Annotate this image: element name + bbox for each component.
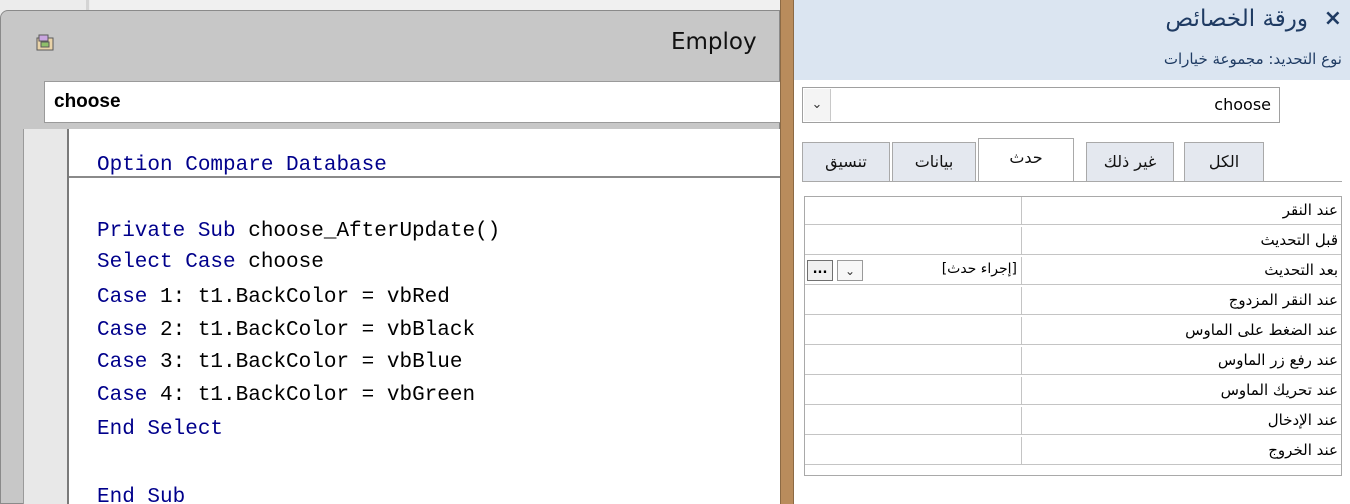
tab-event[interactable]: حدث [978, 138, 1074, 182]
control-selector-value: choose [1214, 95, 1271, 114]
object-combo-box[interactable]: choose [44, 81, 781, 123]
code-line[interactable]: Case 1: t1.BackColor = vbRed [97, 286, 450, 309]
code-text: 3: t1.BackColor = vbBlue [147, 351, 463, 374]
code-text: 1: t1.BackColor = vbRed [147, 286, 450, 309]
tab-baseline [802, 181, 1342, 182]
code-keyword: Select Case [97, 251, 236, 274]
object-combo-value: choose [54, 91, 121, 112]
selection-type-label: نوع التحديد: [1268, 50, 1342, 68]
code-keyword: Private Sub [97, 220, 236, 243]
property-name: قبل التحديث [1021, 227, 1341, 254]
property-name: عند تحريك الماوس [1021, 377, 1341, 404]
property-row[interactable]: عند النقر المزدوج [805, 287, 1341, 315]
property-name: عند الإدخال [1021, 407, 1341, 434]
code-text: choose_AfterUpdate() [235, 220, 501, 243]
tab-format[interactable]: تنسيق [802, 142, 890, 182]
property-value-field[interactable]: [إجراء حدث] ⌄... [805, 257, 1021, 284]
window-splitter[interactable] [780, 0, 794, 504]
property-name: عند النقر المزدوج [1021, 287, 1341, 314]
property-value-field[interactable] [805, 287, 1021, 314]
build-button[interactable]: ... [807, 260, 833, 281]
code-window-title: Employ [671, 29, 757, 55]
selection-type: نوع التحديد: مجموعة خيارات [1164, 50, 1342, 68]
property-value-field[interactable] [805, 317, 1021, 344]
property-name: بعد التحديث [1021, 257, 1341, 284]
property-sheet-header: × ورقة الخصائص نوع التحديد: مجموعة خيارا… [794, 0, 1350, 80]
property-row[interactable]: عند تحريك الماوس [805, 377, 1341, 405]
close-icon[interactable]: × [1324, 6, 1342, 31]
property-row[interactable]: بعد التحديث [إجراء حدث] ⌄... [805, 257, 1341, 285]
property-value-field[interactable] [805, 437, 1021, 464]
code-editor[interactable]: Option Compare Database Private Sub choos… [23, 129, 782, 504]
code-text: 2: t1.BackColor = vbBlack [147, 319, 476, 342]
code-keyword: End Sub [97, 486, 186, 504]
property-row[interactable]: عند رفع زر الماوس [805, 347, 1341, 375]
property-value-field[interactable] [805, 347, 1021, 374]
property-row[interactable]: عند الضغط على الماوس [805, 317, 1341, 345]
code-line[interactable]: End Sub [97, 486, 185, 504]
code-line[interactable]: Case 4: t1.BackColor = vbGreen [97, 384, 475, 407]
code-keyword: Case [97, 286, 148, 309]
code-keyword: Case [97, 319, 148, 342]
control-selector-combo[interactable]: ⌄ choose [802, 87, 1280, 123]
code-window-title-bar[interactable]: Employ [1, 11, 781, 77]
tab-other[interactable]: غير ذلك [1086, 142, 1174, 182]
property-row[interactable]: عند الإدخال [805, 407, 1341, 435]
code-keyword: Case [97, 351, 148, 374]
property-sheet-pane: × ورقة الخصائص نوع التحديد: مجموعة خيارا… [794, 0, 1350, 504]
tab-data[interactable]: بيانات [892, 142, 976, 182]
code-line[interactable]: End Select [97, 418, 223, 441]
code-keyword: Option Compare Database [97, 154, 387, 177]
property-name: عند الضغط على الماوس [1021, 317, 1341, 344]
code-line[interactable]: Select Case choose [97, 251, 324, 274]
property-sheet-title: ورقة الخصائص [1165, 6, 1308, 32]
event-procedure-value: [إجراء حدث] [941, 261, 1017, 277]
property-name: عند الخروج [1021, 437, 1341, 464]
property-value-field[interactable] [805, 377, 1021, 404]
code-line[interactable]: Case 2: t1.BackColor = vbBlack [97, 319, 475, 342]
code-keyword: End Select [97, 418, 224, 441]
vba-code-window: Employ choose Option Compare Database Pri… [0, 10, 782, 504]
event-property-grid: عند النقر قبل التحديث بعد التحديث [إجراء حد… [804, 196, 1342, 476]
property-tabs: تنسيق بيانات حدث غير ذلك الكل [802, 138, 1342, 182]
code-margin-indicator-bar[interactable] [24, 129, 69, 504]
code-line[interactable]: Private Sub choose_AfterUpdate() [97, 220, 500, 243]
property-value-field[interactable] [805, 227, 1021, 254]
code-text: 4: t1.BackColor = vbGreen [147, 384, 476, 407]
chevron-down-icon[interactable]: ⌄ [837, 260, 863, 281]
property-row[interactable]: عند النقر [805, 197, 1341, 225]
code-line[interactable]: Option Compare Database [97, 154, 387, 177]
tab-all[interactable]: الكل [1184, 142, 1264, 182]
chevron-down-icon[interactable]: ⌄ [804, 89, 831, 121]
selection-type-value: مجموعة خيارات [1163, 50, 1264, 68]
property-value-field[interactable] [805, 197, 1021, 224]
code-keyword: Case [97, 384, 148, 407]
property-name: عند النقر [1021, 197, 1341, 224]
property-row[interactable]: قبل التحديث [805, 227, 1341, 255]
code-text: choose [235, 251, 324, 274]
code-line[interactable]: Case 3: t1.BackColor = vbBlue [97, 351, 462, 374]
property-name: عند رفع زر الماوس [1021, 347, 1341, 374]
form-module-icon [36, 34, 54, 51]
property-row[interactable]: عند الخروج [805, 437, 1341, 465]
property-value-field[interactable] [805, 407, 1021, 434]
